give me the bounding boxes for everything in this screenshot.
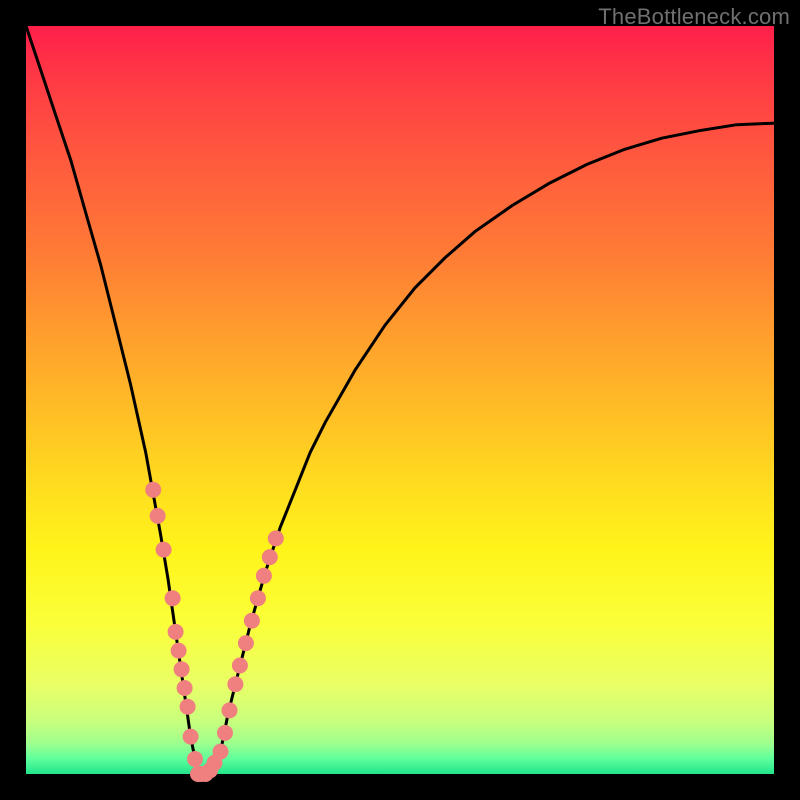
chart-frame: TheBottleneck.com	[0, 0, 800, 800]
overlay-dot	[227, 676, 243, 692]
overlay-dot	[145, 482, 161, 498]
chart-svg	[26, 26, 774, 774]
overlay-dot	[150, 508, 166, 524]
overlay-dot	[232, 658, 248, 674]
overlay-dot	[183, 729, 199, 745]
overlay-dot	[262, 549, 278, 565]
overlay-dot	[250, 590, 266, 606]
overlay-dot	[171, 643, 187, 659]
overlay-dot	[238, 635, 254, 651]
overlay-dot	[217, 725, 233, 741]
overlay-dot	[256, 568, 272, 584]
overlay-dot-group	[145, 482, 284, 782]
overlay-dot	[268, 530, 284, 546]
watermark-text: TheBottleneck.com	[598, 4, 790, 30]
overlay-dot	[244, 613, 260, 629]
overlay-dot	[165, 590, 181, 606]
overlay-dot	[187, 751, 203, 767]
overlay-dot	[168, 624, 184, 640]
overlay-dot	[180, 699, 196, 715]
overlay-dot	[156, 542, 172, 558]
bottleneck-curve	[26, 26, 774, 774]
overlay-dot	[174, 661, 190, 677]
overlay-dot	[177, 680, 193, 696]
overlay-dot	[213, 744, 229, 760]
chart-plot-area	[26, 26, 774, 774]
overlay-dot	[222, 702, 238, 718]
